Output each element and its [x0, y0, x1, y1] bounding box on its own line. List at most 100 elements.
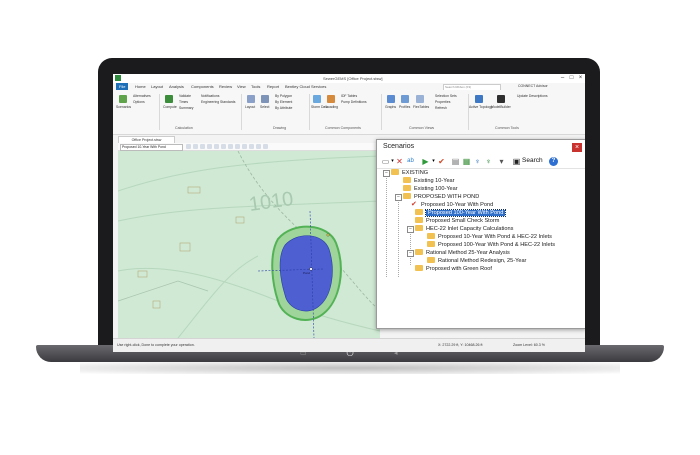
tool-icon[interactable]: [214, 144, 219, 149]
tree-item-proposed-with-green-roof[interactable]: Proposed with Green Roof: [415, 265, 492, 273]
parcel-line: [118, 280, 209, 302]
tree-item-proposed-10-year-with-pond[interactable]: Proposed 10-Year With Pond: [421, 201, 493, 209]
tree-item-existing[interactable]: EXISTING: [391, 169, 428, 177]
batch-run-icon[interactable]: ▦: [462, 157, 471, 166]
idf-tables-button[interactable]: IDF Tables: [341, 94, 357, 98]
delete-icon[interactable]: ✕: [395, 157, 404, 166]
search-button[interactable]: Search: [522, 156, 543, 166]
ribbon-separator: [241, 94, 242, 130]
options-button[interactable]: Options: [133, 100, 145, 104]
pond-label: Pond: [303, 271, 310, 275]
summary-button[interactable]: Summary: [179, 106, 194, 110]
building-outline: [235, 216, 245, 224]
refresh-button[interactable]: Refresh: [435, 106, 447, 110]
flextables-button[interactable]: FlexTables: [413, 105, 429, 109]
tree-item-proposed-100-year-hec-22[interactable]: Proposed 100-Year With Pond & HEC-22 Inl…: [427, 241, 555, 249]
menu-components[interactable]: Components: [191, 84, 214, 89]
tree-expander[interactable]: −: [407, 250, 414, 257]
tree-item-rational-method-25-year[interactable]: Rational Method 25-Year Analysis: [415, 249, 510, 257]
close-window-icon[interactable]: ×: [576, 74, 585, 83]
tree-connector: [398, 197, 399, 277]
maximize-icon[interactable]: □: [567, 74, 576, 83]
user-account[interactable]: CONNECT Advisor: [518, 84, 548, 88]
map-canvas[interactable]: 1010 Pond: [118, 151, 380, 338]
tree-item-proposed-small-check-storm[interactable]: Proposed Small Check Storm: [415, 217, 499, 225]
graphs-button[interactable]: Graphs: [385, 105, 396, 109]
tree-item-existing-100-year[interactable]: Existing 100-Year: [403, 185, 458, 193]
profiles-button[interactable]: Profiles: [399, 105, 410, 109]
group-calculation-label: Calculation: [175, 126, 193, 130]
tool-icon[interactable]: [207, 144, 212, 149]
by-attribute-button[interactable]: By Attribute: [275, 106, 292, 110]
validate-button[interactable]: Validate: [179, 94, 191, 98]
outfall-marker[interactable]: [326, 233, 330, 237]
menu-analysis[interactable]: Analysis: [169, 84, 184, 89]
by-polygon-button[interactable]: By Polygon: [275, 94, 292, 98]
tree-expander[interactable]: −: [395, 194, 402, 201]
tool-icon[interactable]: [221, 144, 226, 149]
modelbuilder-button[interactable]: ModelBuilder: [491, 105, 511, 109]
folder-icon: [403, 193, 411, 199]
menu-review[interactable]: Review: [219, 84, 232, 89]
tool-icon[interactable]: [228, 144, 233, 149]
menu-layout[interactable]: Layout: [151, 84, 163, 89]
menu-bentley-cloud-services[interactable]: Bentley Cloud Services: [285, 84, 326, 89]
select-button[interactable]: Select: [260, 105, 269, 109]
tree-item-proposed-10-year-hec-22[interactable]: Proposed 10-Year With Pond & HEC-22 Inle…: [427, 233, 552, 241]
title-bar: SewerGEMS [Office Project.stsw] – □ ×: [113, 74, 585, 83]
tree-expand-icon[interactable]: ♆: [473, 157, 482, 166]
tool-icon[interactable]: [235, 144, 240, 149]
tree-collapse-icon[interactable]: ♆: [484, 157, 493, 166]
graphs-icon: [387, 95, 395, 103]
tree-item-proposed-with-pond[interactable]: PROPOSED WITH POND: [403, 193, 479, 201]
scenarios-button[interactable]: Scenarios: [116, 105, 131, 109]
minimize-icon[interactable]: –: [558, 74, 567, 83]
dialog-close-icon[interactable]: ×: [572, 143, 582, 152]
tree-item-existing-10-year[interactable]: Existing 10-Year: [403, 177, 455, 185]
menu-tools[interactable]: Tools: [251, 84, 260, 89]
by-element-button[interactable]: By Element: [275, 100, 292, 104]
menu-report[interactable]: Report: [267, 84, 279, 89]
folder-icon: [403, 177, 411, 183]
tree-item-rational-method-redesign[interactable]: Rational Method Redesign, 25-Year: [427, 257, 526, 265]
loading-button[interactable]: Loading: [326, 105, 338, 109]
pump-definitions-button[interactable]: Pump Definitions: [341, 100, 367, 104]
ribbon-separator: [309, 94, 310, 130]
engineering-standards-button[interactable]: Engineering Standards: [201, 100, 236, 104]
times-button[interactable]: Times: [179, 100, 188, 104]
tree-item-hec-22-inlet-capacity[interactable]: HEC-22 Inlet Capacity Calculations: [415, 225, 513, 233]
dialog-title-bar[interactable]: Scenarios: [377, 140, 585, 154]
layout-icon: [247, 95, 255, 103]
tool-icon[interactable]: [256, 144, 261, 149]
compute-button[interactable]: Compute: [163, 105, 177, 109]
tree-expander[interactable]: −: [383, 170, 390, 177]
tool-icon[interactable]: [242, 144, 247, 149]
notifications-button[interactable]: Notifications: [201, 94, 219, 98]
menu-home[interactable]: Home: [135, 84, 146, 89]
scenario-select[interactable]: Proposed 10-Year With Pond: [120, 144, 183, 151]
tree-item-proposed-100-year-with-pond[interactable]: Proposed 100-Year With Pond: [415, 209, 507, 217]
tree-expander[interactable]: −: [407, 226, 414, 233]
report-icon[interactable]: ▤: [451, 157, 460, 166]
tool-icon[interactable]: [249, 144, 254, 149]
tool-icon[interactable]: [263, 144, 268, 149]
dialog-toolbar: ▭ ▾ ✕ ab ▶ ▾ ✔ ▤ ▦ ♆ ♆ ▾ ▣ Search ?: [377, 155, 585, 169]
menu-view[interactable]: View: [237, 84, 246, 89]
filter-icon[interactable]: ▾: [497, 157, 506, 166]
menu-file[interactable]: File: [116, 83, 129, 90]
tool-icon[interactable]: [186, 144, 191, 149]
layout-button[interactable]: Layout: [245, 105, 255, 109]
make-current-icon[interactable]: ✔: [437, 157, 446, 166]
search-icon[interactable]: ▣: [512, 157, 521, 166]
update-descriptions-button[interactable]: Update Descriptions: [517, 94, 548, 98]
properties-button[interactable]: Properties: [435, 100, 450, 104]
help-icon[interactable]: ?: [549, 157, 558, 166]
active-topology-button[interactable]: Active Topology: [469, 105, 493, 109]
tool-icon[interactable]: [193, 144, 198, 149]
selection-sets-button[interactable]: Selection Sets: [435, 94, 457, 98]
rename-icon[interactable]: ab: [406, 157, 415, 166]
tool-icon[interactable]: [200, 144, 205, 149]
laptop-shadow: [80, 362, 620, 374]
node-marker[interactable]: [309, 267, 313, 271]
alternatives-button[interactable]: Alternatives: [133, 94, 151, 98]
